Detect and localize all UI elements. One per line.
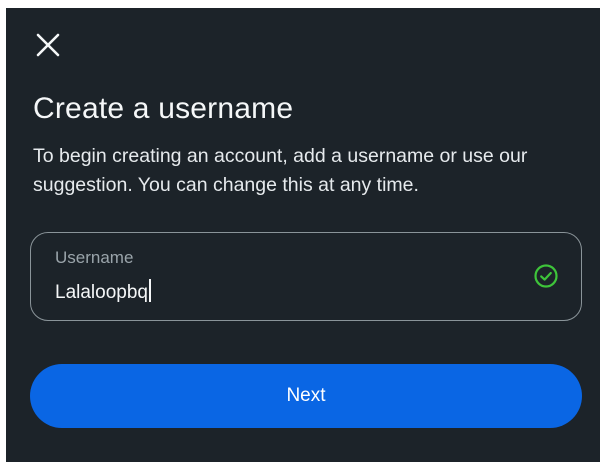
create-username-screen: Create a username To begin creating an a… [6,8,600,462]
username-field[interactable]: Username Lalaloopbq [30,232,582,321]
username-label: Username [55,248,134,267]
close-button[interactable] [32,29,64,61]
page-title: Create a username [33,92,294,125]
page-description: To begin creating an account, add a user… [33,145,528,196]
text-caret [148,279,151,302]
close-icon [36,33,60,57]
check-circle-icon [534,264,558,288]
next-button[interactable]: Next [30,364,582,428]
username-value: Lalaloopbq [55,282,148,303]
username-input[interactable]: Lalaloopbq [55,279,151,304]
